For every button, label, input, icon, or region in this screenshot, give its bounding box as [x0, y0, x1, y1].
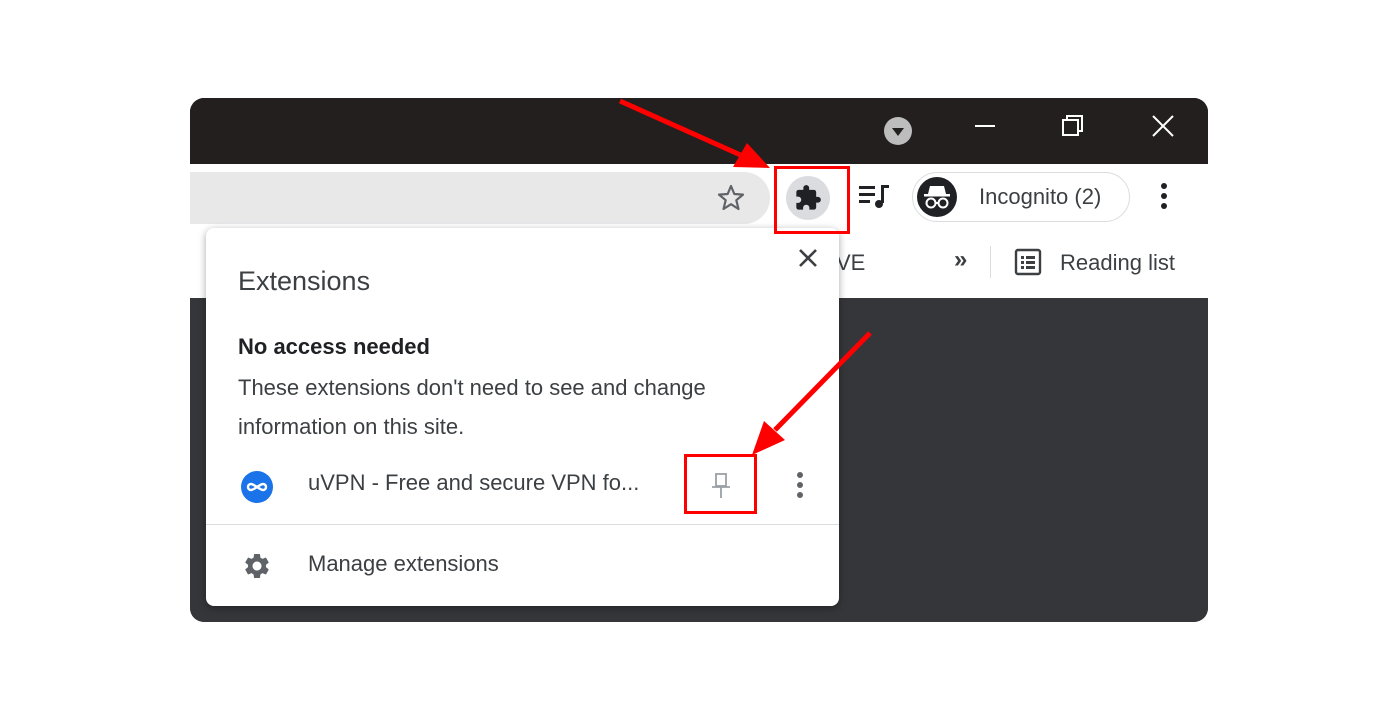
bookmark-star-icon[interactable] [716, 183, 746, 213]
panel-close-button[interactable] [796, 246, 820, 275]
section-description: These extensions don't need to see and c… [238, 375, 706, 439]
tab-search-button[interactable] [880, 108, 916, 154]
title-bar [190, 98, 1208, 164]
extensions-panel: Extensions No access needed These extens… [206, 228, 839, 606]
restore-icon [1062, 115, 1083, 136]
minimize-icon [975, 125, 995, 127]
incognito-label: Incognito (2) [979, 184, 1102, 209]
incognito-avatar [917, 177, 957, 217]
incognito-chip[interactable]: Incognito (2) [912, 172, 1130, 222]
reading-list-button[interactable] [1014, 248, 1042, 281]
panel-divider [206, 524, 839, 525]
pin-button-highlight [684, 454, 757, 514]
media-queue-icon [859, 185, 889, 208]
tab-search-icon [884, 117, 912, 145]
manage-extensions-gear [242, 551, 272, 586]
bookmarks-divider [990, 246, 991, 278]
extensions-button-highlight [774, 166, 850, 234]
panel-title: Extensions [238, 266, 371, 296]
media-queue-button[interactable] [858, 182, 892, 217]
gear-icon [245, 553, 269, 578]
close-icon [1152, 115, 1174, 137]
more-vert-icon [797, 472, 803, 498]
bookmark-item-partial[interactable]: VE [836, 250, 865, 276]
reading-list-icon [1014, 248, 1042, 276]
uvpn-extension-icon [240, 470, 274, 509]
uvpn-icon [241, 471, 273, 503]
window-close-button[interactable] [1138, 98, 1188, 154]
omnibox[interactable] [190, 172, 770, 224]
browser-toolbar: Incognito (2) [190, 164, 1208, 228]
chrome-menu-button[interactable] [1152, 180, 1176, 217]
bookmarks-overflow-button[interactable]: » [954, 246, 967, 274]
restore-button[interactable] [1048, 98, 1098, 154]
extension-name[interactable]: uVPN - Free and secure VPN fo... [308, 470, 639, 496]
minimize-button[interactable] [960, 98, 1010, 154]
section-heading: No access needed [238, 334, 430, 359]
manage-extensions-link[interactable]: Manage extensions [308, 551, 499, 577]
more-vert-icon [1161, 183, 1167, 209]
close-icon [799, 249, 817, 267]
reading-list-label[interactable]: Reading list [1060, 250, 1175, 276]
incognito-icon [924, 186, 950, 209]
extension-more-button[interactable] [788, 468, 812, 507]
